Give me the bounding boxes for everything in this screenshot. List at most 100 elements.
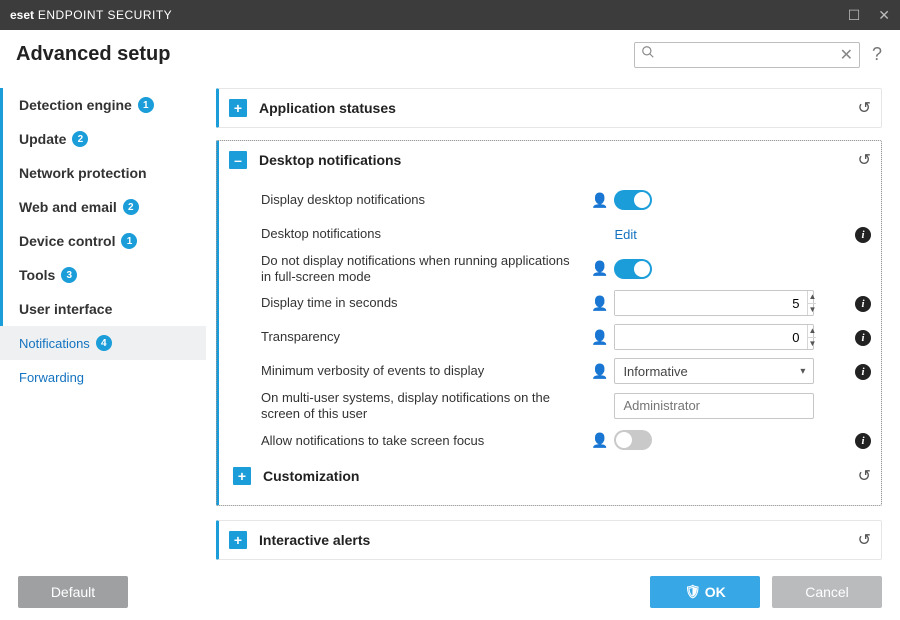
page-title: Advanced setup — [16, 43, 170, 66]
collapse-icon[interactable]: – — [229, 151, 247, 169]
multiuser-input[interactable] — [614, 393, 814, 419]
expand-icon[interactable]: + — [229, 99, 247, 117]
sidebar-item-label: Forwarding — [19, 370, 84, 385]
info-icon[interactable]: i — [855, 296, 871, 312]
content: + Application statuses ↺ – Desktop notif… — [210, 80, 900, 564]
sidebar-item-label: Notifications — [19, 336, 90, 351]
panel-header-desktop-notifications[interactable]: – Desktop notifications ↺ — [219, 141, 881, 179]
sidebar-item-label: Web and email — [19, 199, 117, 215]
info-icon[interactable]: i — [855, 227, 871, 243]
footer: Default 🛡 OK Cancel — [0, 564, 900, 620]
row-label: On multi-user systems, display notificat… — [261, 390, 591, 421]
sidebar-item-forwarding[interactable]: Forwarding — [0, 360, 206, 394]
row-desktop-notifications-edit: Desktop notifications 👤 Edit i — [261, 217, 871, 251]
info-icon[interactable]: i — [855, 364, 871, 380]
titlebar: eset ENDPOINT SECURITY ☐ ✕ — [0, 0, 900, 30]
ok-button[interactable]: 🛡 OK — [650, 576, 760, 608]
brand-prefix: eset — [10, 8, 34, 22]
row-label: Display desktop notifications — [261, 192, 591, 208]
step-down-icon[interactable]: ▼ — [808, 338, 816, 350]
panel-desktop-notifications: – Desktop notifications ↺ Display deskto… — [216, 140, 882, 506]
toggle-fullscreen-suppress[interactable] — [614, 259, 652, 279]
sidebar-item-detection-engine[interactable]: Detection engine 1 — [0, 88, 206, 122]
sidebar-item-network-protection[interactable]: Network protection — [0, 156, 206, 190]
sidebar-item-web-and-email[interactable]: Web and email 2 — [0, 190, 206, 224]
search-input[interactable] — [659, 48, 840, 62]
window-controls: ☐ ✕ — [848, 7, 890, 24]
sidebar-badge: 2 — [123, 199, 139, 215]
toggle-display-desktop-notifications[interactable] — [614, 190, 652, 210]
user-icon: 👤 — [591, 295, 608, 312]
sidebar-item-label: Detection engine — [19, 97, 132, 113]
transparency-input[interactable] — [615, 325, 807, 349]
user-icon: 👤 — [591, 192, 608, 209]
close-icon[interactable]: ✕ — [878, 7, 890, 24]
row-label: Allow notifications to take screen focus — [261, 433, 591, 449]
transparency-stepper[interactable]: ▲▼ — [614, 324, 814, 350]
row-display-time: Display time in seconds 👤 ▲▼ i — [261, 286, 871, 320]
panel-header-application-statuses[interactable]: + Application statuses ↺ — [219, 89, 881, 127]
step-down-icon[interactable]: ▼ — [808, 304, 816, 316]
expand-icon[interactable]: + — [233, 467, 251, 485]
info-icon[interactable]: i — [855, 433, 871, 449]
subsection-title: Customization — [263, 468, 359, 484]
sidebar-item-tools[interactable]: Tools 3 — [0, 258, 206, 292]
verbosity-select[interactable]: Informative ▾ — [614, 358, 814, 384]
select-value: Informative — [623, 364, 687, 379]
sidebar-badge: 2 — [72, 131, 88, 147]
user-icon: 👤 — [591, 363, 608, 380]
panel-title: Application statuses — [259, 100, 396, 116]
revert-icon[interactable]: ↺ — [858, 98, 871, 118]
cancel-button[interactable]: Cancel — [772, 576, 882, 608]
panel-header-interactive-alerts[interactable]: + Interactive alerts ↺ — [219, 521, 881, 559]
sidebar-badge: 1 — [138, 97, 154, 113]
sidebar-item-label: Tools — [19, 267, 55, 283]
sidebar-item-user-interface[interactable]: User interface — [0, 292, 206, 326]
user-icon: 👤 — [591, 432, 608, 449]
revert-icon[interactable]: ↺ — [858, 466, 871, 486]
row-display-desktop-notifications: Display desktop notifications 👤 — [261, 183, 871, 217]
step-up-icon[interactable]: ▲ — [808, 291, 816, 304]
edit-link[interactable]: Edit — [614, 227, 636, 242]
row-label: Do not display notifications when runnin… — [261, 253, 591, 284]
sidebar-item-update[interactable]: Update 2 — [0, 122, 206, 156]
row-screen-focus: Allow notifications to take screen focus… — [261, 423, 871, 457]
sidebar-badge: 4 — [96, 335, 112, 351]
panel-title: Desktop notifications — [259, 152, 401, 168]
help-icon[interactable]: ? — [872, 44, 882, 65]
info-icon[interactable]: i — [855, 330, 871, 346]
revert-icon[interactable]: ↺ — [858, 150, 871, 170]
row-label: Transparency — [261, 329, 591, 345]
panel-interactive-alerts: + Interactive alerts ↺ — [216, 520, 882, 560]
default-button[interactable]: Default — [18, 576, 128, 608]
user-icon: 👤 — [591, 329, 608, 346]
user-icon: 👤 — [591, 260, 608, 277]
row-fullscreen-suppress: Do not display notifications when runnin… — [261, 251, 871, 286]
sidebar-item-device-control[interactable]: Device control 1 — [0, 224, 206, 258]
sidebar-item-label: User interface — [19, 301, 112, 317]
search-box[interactable]: ✕ — [634, 42, 860, 68]
sidebar-item-notifications[interactable]: Notifications 4 — [0, 326, 206, 360]
step-up-icon[interactable]: ▲ — [808, 325, 816, 338]
search-icon — [641, 45, 655, 64]
clear-search-icon[interactable]: ✕ — [840, 45, 853, 65]
ok-label: OK — [705, 584, 726, 600]
app-brand: eset ENDPOINT SECURITY — [10, 8, 172, 22]
subsection-customization[interactable]: + Customization ↺ — [233, 457, 871, 495]
brand-suffix: ENDPOINT SECURITY — [38, 8, 172, 22]
display-time-stepper[interactable]: ▲▼ — [614, 290, 814, 316]
toggle-screen-focus[interactable] — [614, 430, 652, 450]
row-multiuser: On multi-user systems, display notificat… — [261, 388, 871, 423]
row-label: Display time in seconds — [261, 295, 591, 311]
expand-icon[interactable]: + — [229, 531, 247, 549]
shield-icon: 🛡 — [684, 584, 701, 600]
revert-icon[interactable]: ↺ — [858, 530, 871, 550]
row-label: Minimum verbosity of events to display — [261, 363, 591, 379]
sidebar-item-label: Update — [19, 131, 66, 147]
sidebar-item-label: Device control — [19, 233, 115, 249]
chevron-down-icon: ▾ — [800, 366, 805, 377]
display-time-input[interactable] — [615, 291, 807, 315]
panel-title: Interactive alerts — [259, 532, 370, 548]
row-verbosity: Minimum verbosity of events to display 👤… — [261, 354, 871, 388]
maximize-icon[interactable]: ☐ — [848, 7, 861, 24]
